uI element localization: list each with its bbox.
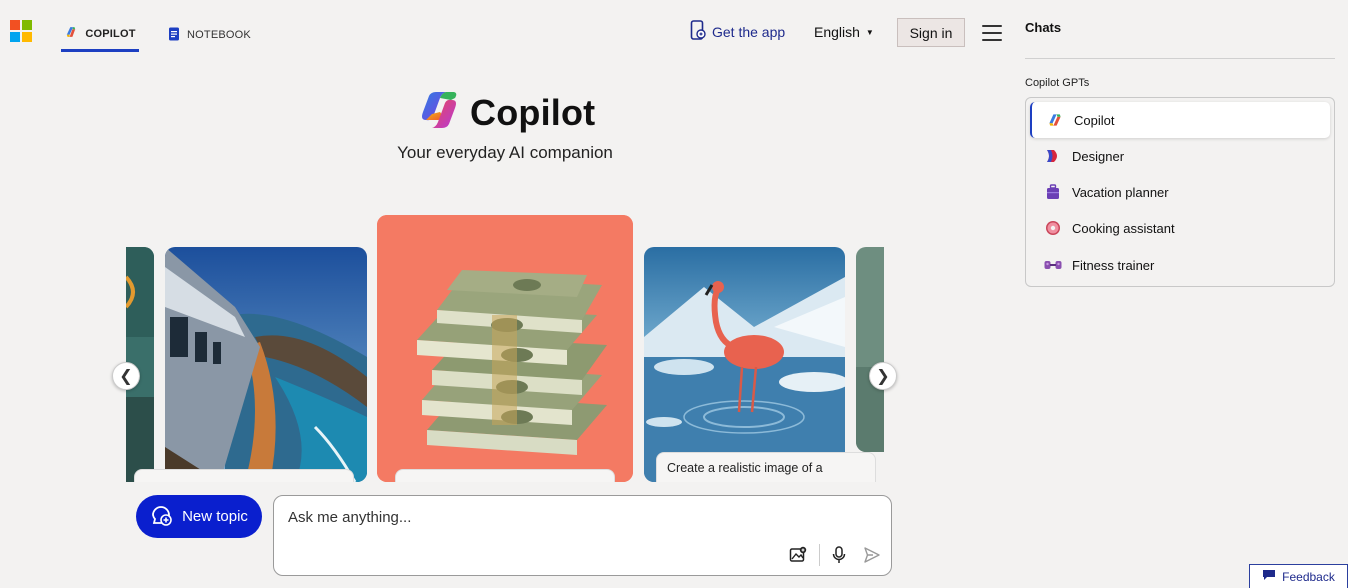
get-app-label: Get the app — [712, 23, 786, 40]
carousel-card-train[interactable] — [165, 247, 367, 482]
gpt-item-label: Cooking assistant — [1072, 220, 1175, 236]
logo-red-square — [10, 20, 20, 30]
gpt-item-label: Copilot — [1074, 112, 1115, 128]
language-selector[interactable]: English ▼ — [814, 24, 874, 40]
carousel-caption-flamingo: Create a realistic image of a — [656, 452, 876, 482]
chat-input[interactable] — [286, 508, 770, 527]
new-topic-label: New topic — [182, 508, 248, 525]
carousel-caption-text: Create a realistic image of a — [667, 461, 823, 475]
hero-tagline: Your everyday AI companion — [397, 143, 613, 162]
page-title: Copilot — [470, 91, 596, 133]
copilot-gpts-heading: Copilot GPTs — [1025, 77, 1090, 89]
designer-icon — [1044, 147, 1062, 165]
carousel-caption-train — [134, 469, 354, 482]
gpt-item-cooking-assistant[interactable]: Cooking assistant — [1030, 210, 1330, 246]
new-topic-button[interactable]: New topic — [136, 495, 262, 538]
send-icon[interactable] — [861, 544, 883, 566]
logo-green-square — [22, 20, 32, 30]
feedback-icon — [1262, 569, 1276, 584]
hero-brand: Copilot — [418, 90, 595, 135]
chats-heading: Chats — [1025, 20, 1062, 35]
suitcase-icon — [1044, 183, 1062, 201]
gpt-item-copilot[interactable]: Copilot — [1030, 102, 1330, 138]
logo-yellow-square — [22, 32, 32, 42]
new-topic-icon — [150, 504, 172, 530]
copilot-gpts-list: Copilot Designer Vacation planner Cookin… — [1025, 97, 1335, 287]
sign-in-button[interactable]: Sign in — [897, 18, 965, 47]
carousel-next-button[interactable]: ❯ — [869, 362, 897, 390]
tab-copilot[interactable]: COPILOT — [61, 18, 139, 52]
copilot-icon — [1046, 111, 1064, 129]
gpt-item-label: Vacation planner — [1072, 184, 1169, 200]
tab-notebook-label: NOTEBOOK — [187, 29, 251, 41]
carousel-card-partial-right[interactable] — [856, 247, 884, 452]
feedback-label: Feedback — [1282, 569, 1335, 584]
chevron-left-icon: ❮ — [119, 368, 133, 385]
logo-blue-square — [10, 32, 20, 42]
chat-composer[interactable] — [273, 495, 892, 576]
carousel-card-money[interactable] — [377, 215, 633, 482]
carousel-card-flamingo[interactable] — [644, 247, 845, 482]
copilot-logo-icon — [418, 90, 460, 135]
gpt-item-vacation-planner[interactable]: Vacation planner — [1030, 174, 1330, 210]
dumbbell-icon — [1044, 256, 1062, 274]
feedback-button[interactable]: Feedback — [1249, 564, 1348, 588]
carousel-prev-button[interactable]: ❮ — [112, 362, 140, 390]
gpt-item-designer[interactable]: Designer — [1030, 138, 1330, 174]
chevron-right-icon: ❯ — [876, 368, 890, 385]
get-app-link[interactable]: Get the app — [690, 20, 785, 43]
composer-divider — [819, 544, 820, 566]
sidebar-divider — [1025, 58, 1335, 59]
gpt-item-fitness-trainer[interactable]: Fitness trainer — [1030, 247, 1330, 283]
caret-down-icon: ▼ — [865, 27, 874, 37]
image-upload-icon[interactable] — [787, 544, 809, 566]
microphone-icon[interactable] — [828, 544, 850, 566]
gpt-item-label: Designer — [1072, 148, 1125, 164]
phone-icon — [690, 20, 706, 43]
carousel-caption-money — [395, 469, 615, 482]
menu-icon[interactable] — [982, 25, 1002, 41]
donut-icon — [1044, 219, 1062, 237]
microsoft-logo[interactable] — [10, 20, 32, 42]
tab-notebook[interactable]: NOTEBOOK — [168, 18, 251, 52]
tab-copilot-label: COPILOT — [85, 27, 136, 40]
gpt-item-label: Fitness trainer — [1072, 257, 1155, 273]
notebook-icon — [168, 27, 180, 44]
copilot-icon — [64, 25, 78, 42]
language-label: English — [814, 24, 860, 40]
